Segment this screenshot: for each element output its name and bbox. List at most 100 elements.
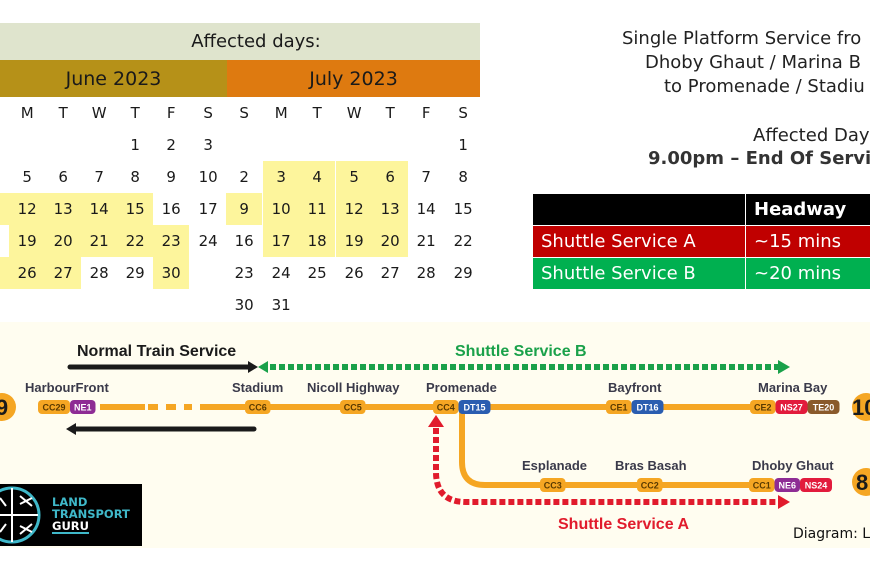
calendar-day: 6 [58, 168, 68, 186]
headway-table: Headway Shuttle Service A ~15 mins Shutt… [532, 193, 870, 290]
station-code: NE1 [74, 403, 92, 413]
calendar-day [299, 289, 335, 321]
station-code: CC3 [544, 481, 562, 491]
affected-days-label: Affected Day [753, 125, 870, 146]
calendar-day: 23 [234, 264, 254, 282]
station-code: CE2 [754, 403, 772, 413]
calendar-day: 30 [234, 296, 254, 314]
calendar-day: 12 [9, 193, 46, 225]
calendar-day: 13 [45, 193, 82, 225]
calendar-day: 20 [372, 225, 409, 257]
station-code: NS27 [780, 403, 803, 413]
info-title-line-3: to Promenade / Stadiu [664, 76, 865, 97]
calendar-day [408, 289, 444, 321]
table-row: Shuttle Service B ~20 mins [532, 257, 870, 290]
calendar-day [81, 129, 117, 161]
weekday-header: T [58, 104, 68, 122]
normal-service-arrow-top [67, 361, 258, 373]
calendar-day: 9 [226, 193, 263, 225]
station-harbourfront: HarbourFront CC29 NE1 [25, 380, 109, 414]
normal-service-arrow-bottom [66, 423, 257, 435]
calendar-day: 7 [94, 168, 104, 186]
calendar-day: 24 [198, 232, 218, 250]
calendar-day: 25 [307, 264, 327, 282]
station-code: CC2 [641, 481, 659, 491]
station-bayfront: Bayfront CE1 DT16 [606, 380, 664, 414]
calendar-day: 2 [239, 168, 249, 186]
land-transport-guru-logo: LAND TRANSPORT GURU [0, 484, 142, 546]
station-name: Bras Basah [615, 458, 687, 473]
station-code: CC29 [42, 403, 65, 413]
weekday-header: W [91, 104, 107, 122]
table-row: Shuttle Service A ~15 mins [532, 225, 870, 258]
calendar-day: 16 [161, 200, 181, 218]
station-name: Dhoby Ghaut [752, 458, 834, 473]
affected-hours: 9.00pm – End Of Servic [648, 148, 870, 169]
calendar-day: 18 [299, 225, 336, 257]
station-code: CC1 [753, 481, 771, 491]
weekday-header: M [274, 104, 288, 122]
station-marina-bay: Marina Bay CE2 NS27 TE20 [750, 380, 840, 414]
weekday-header: T [312, 104, 322, 122]
affected-days-calendar: Affected days: June 2023 July 2023 M T W T F… [0, 23, 480, 329]
edge-badge-left: 9 [0, 393, 16, 421]
calendar-day: 10 [263, 193, 300, 225]
calendar-day: 5 [22, 168, 32, 186]
calendar-day: 22 [453, 232, 473, 250]
calendar-grid: M T W T F S S M T W T F S 1 2 3 5 6 7 8 9 10 12 13 14 15 16 17 19 20 2… [0, 97, 480, 329]
diagram-credit: Diagram: L [793, 526, 870, 542]
calendar-title: Affected days: [0, 23, 480, 60]
calendar-day [45, 129, 81, 161]
weekday-header: M [20, 104, 34, 122]
logo-line-3: GURU [52, 519, 89, 534]
calendar-day: 23 [153, 225, 190, 257]
station-code: DT15 [463, 403, 485, 413]
calendar-day [263, 129, 299, 161]
station-dhoby-ghaut: Dhoby Ghaut CC1 NE6 NS24 [749, 458, 834, 492]
calendar-day: 26 [9, 257, 46, 289]
logo-emblem-icon [0, 486, 41, 544]
info-title-line-1: Single Platform Service fro [622, 28, 862, 49]
service-name: Shuttle Service A [532, 225, 746, 258]
shuttle-b-route [258, 360, 790, 374]
station-name: Stadium [232, 380, 283, 395]
calendar-day: 4 [299, 161, 336, 193]
station-code: CC6 [249, 403, 267, 413]
station-code: CC4 [437, 403, 455, 413]
station-name: HarbourFront [25, 380, 109, 395]
station-code: CC5 [344, 403, 362, 413]
calendar-day: 15 [117, 193, 154, 225]
station-promenade: Promenade CC4 DT15 [426, 380, 497, 414]
normal-service-label: Normal Train Service [77, 343, 236, 360]
calendar-day: 17 [198, 200, 218, 218]
calendar-day: 22 [117, 225, 154, 257]
calendar-day: 3 [263, 161, 300, 193]
calendar-day: 29 [453, 264, 473, 282]
station-code: CE1 [610, 403, 628, 413]
calendar-day [299, 129, 335, 161]
headway-table-header: Headway [532, 193, 870, 226]
weekday-header: T [130, 104, 140, 122]
calendar-day: 10 [198, 168, 218, 186]
calendar-day [226, 129, 262, 161]
calendar-day [445, 289, 481, 321]
circle-line-track [100, 404, 760, 488]
calendar-day [372, 129, 408, 161]
edge-badge-right-bottom: 8 [852, 468, 870, 496]
calendar-day [408, 129, 444, 161]
svg-text:9: 9 [0, 395, 8, 420]
calendar-day: 31 [271, 296, 291, 314]
station-name: Promenade [426, 380, 497, 395]
calendar-day [336, 289, 372, 321]
station-code: DT16 [636, 403, 658, 413]
calendar-day [336, 129, 372, 161]
calendar-day: 27 [45, 257, 82, 289]
station-name: Bayfront [608, 380, 662, 395]
header-headway: Headway [745, 193, 870, 226]
calendar-day [190, 257, 226, 289]
calendar-day: 11 [299, 193, 336, 225]
calendar-day: 7 [421, 168, 431, 186]
station-code: NE6 [778, 481, 796, 491]
calendar-day: 29 [125, 264, 145, 282]
calendar-day: 9 [166, 168, 176, 186]
